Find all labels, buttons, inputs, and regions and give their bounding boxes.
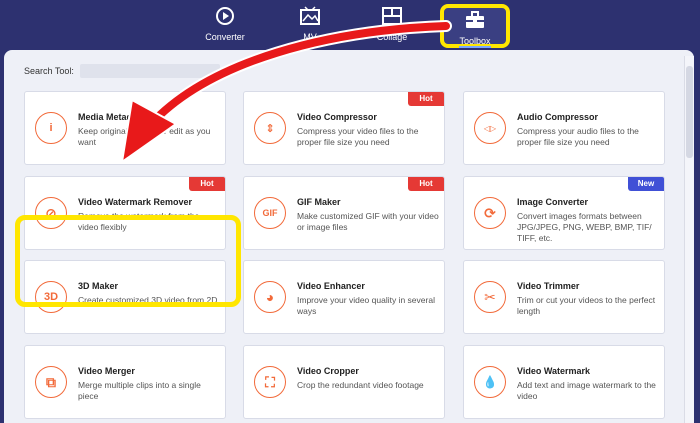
tool-title: Video Trimmer [517,281,580,291]
tool-title: Video Merger [78,366,135,376]
mv-icon [300,6,320,25]
merge-icon: ⧉ [35,366,67,398]
tool-description: Improve your video quality in several wa… [297,295,435,316]
tool-video-enhancer[interactable]: ◕ Video Enhancer Improve your video qual… [243,260,445,334]
nav-toolbox[interactable]: Toolbox [440,4,510,48]
hot-badge: Hot [408,92,444,106]
new-badge: New [628,177,664,191]
tool-title: Video Watermark [517,366,591,376]
tool-title: Audio Compressor [517,112,599,122]
tool-media-metadata[interactable]: i Media Metadata Keep original file info… [24,91,226,165]
tool-description: Add text and image watermark to the vide… [517,380,656,401]
scissors-icon: ✂ [474,281,506,313]
tool-title: Image Converter [517,197,589,207]
tool-description: Compress your video files to the proper … [297,126,419,147]
converter-icon [216,7,234,25]
nav-toolbox-label: Toolbox [459,36,491,46]
search-input[interactable] [79,64,220,78]
info-icon: i [35,112,67,144]
scrollbar[interactable] [684,56,694,423]
tool-audio-compressor[interactable]: ◁▷ Audio Compressor Compress your audio … [463,91,665,165]
tool-title: Media Metadata [78,112,146,122]
tool-description: Convert images formats between JPG/JPEG,… [517,211,652,243]
nav-collage-label: Collage [376,32,408,42]
tool-video-cropper[interactable]: ⛶ Video Cropper Crop the redundant video… [243,345,445,419]
nav-mv[interactable]: MV [275,4,345,46]
nav-mv-label: MV [303,32,317,42]
tool-video-merger[interactable]: ⧉ Video Merger Merge multiple clips into… [24,345,226,419]
hot-badge: Hot [408,177,444,191]
image-convert-icon: ⟳ [474,197,506,229]
tool-title: Video Cropper [297,366,359,376]
crop-icon: ⛶ [254,366,286,398]
search-tool: Search Tool: [24,64,220,78]
toolbox-panel: Search Tool: i Media Metadata Keep origi… [4,50,694,423]
palette-icon: ◕ [254,281,286,313]
tool-description: Compress your audio files to the proper … [517,126,639,147]
hot-badge: Hot [189,177,225,191]
tool-description: Make customized GIF with your video or i… [297,211,439,232]
tool-video-compressor[interactable]: Hot ⇕ Video Compressor Compress your vid… [243,91,445,165]
tool-description: Merge multiple clips into a single piece [78,380,201,401]
tool-image-converter[interactable]: New ⟳ Image Converter Convert images for… [463,176,665,250]
active-tab-indicator [459,46,491,48]
compress-icon: ⇕ [254,112,286,144]
nav-converter[interactable]: Converter [190,4,260,46]
toolbox-icon [466,11,484,28]
highlight-watermark-remover [15,215,241,307]
search-label: Search Tool: [24,66,74,76]
tool-video-watermark[interactable]: 💧 Video Watermark Add text and image wat… [463,345,665,419]
scrollbar-thumb[interactable] [686,66,693,158]
tool-title: Video Watermark Remover [78,197,193,207]
tool-description: Trim or cut your videos to the perfect l… [517,295,656,316]
tool-video-trimmer[interactable]: ✂ Video Trimmer Trim or cut your videos … [463,260,665,334]
tool-gif-maker[interactable]: Hot GIF GIF Maker Make customized GIF wi… [243,176,445,250]
gif-icon: GIF [254,197,286,229]
nav-collage[interactable]: Collage [357,4,427,46]
collage-icon [382,7,402,25]
tool-title: Video Enhancer [297,281,365,291]
nav-converter-label: Converter [205,32,245,42]
tool-description: Crop the redundant video footage [297,380,424,390]
top-navigation: Converter MV Collage Toolbox [0,0,700,50]
droplet-icon: 💧 [474,366,506,398]
audio-compress-icon: ◁▷ [474,112,506,144]
tool-title: Video Compressor [297,112,377,122]
tool-description: Keep original file info or edit as you w… [78,126,211,147]
tool-title: GIF Maker [297,197,341,207]
